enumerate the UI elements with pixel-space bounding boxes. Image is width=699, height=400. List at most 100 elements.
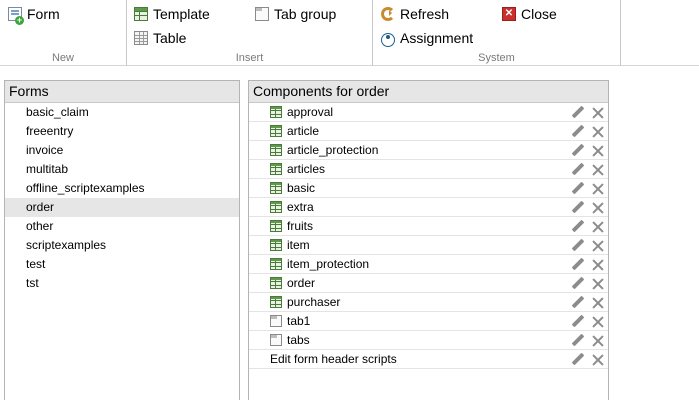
assignment-label: Assignment xyxy=(400,30,474,46)
delete-icon[interactable] xyxy=(592,316,604,328)
component-label: article xyxy=(287,123,320,138)
component-label: approval xyxy=(287,104,334,119)
delete-icon[interactable] xyxy=(592,335,604,347)
pencil-icon[interactable] xyxy=(571,353,585,367)
components-panel: Components for order approval article arti… xyxy=(248,80,609,400)
delete-icon[interactable] xyxy=(592,297,604,309)
components-list: approval article article_protection article… xyxy=(249,103,608,369)
template-icon xyxy=(270,106,282,118)
row-actions xyxy=(571,274,604,293)
form-list-item[interactable]: invoice xyxy=(5,141,239,160)
template-icon xyxy=(270,220,282,232)
component-row[interactable]: approval xyxy=(249,103,608,122)
delete-icon[interactable] xyxy=(592,259,604,271)
delete-icon[interactable] xyxy=(592,240,604,252)
form-list-item[interactable]: freeentry xyxy=(5,122,239,141)
component-label: Edit form header scripts xyxy=(270,351,397,366)
component-label: item xyxy=(287,237,310,252)
delete-icon[interactable] xyxy=(592,164,604,176)
ribbon-toolbar: Form New Template Tab group Table Insert… xyxy=(0,0,699,66)
pencil-icon[interactable] xyxy=(571,125,585,139)
template-icon xyxy=(270,201,282,213)
ribbon-group-new: Form New xyxy=(0,0,127,66)
component-row[interactable]: item_protection xyxy=(249,255,608,274)
pencil-icon[interactable] xyxy=(571,315,585,329)
pencil-icon[interactable] xyxy=(571,334,585,348)
refresh-button[interactable]: Refresh xyxy=(381,4,449,24)
tab-group-icon xyxy=(270,334,282,346)
form-list-item[interactable]: test xyxy=(5,255,239,274)
component-row[interactable]: tabs xyxy=(249,331,608,350)
insert-table-label: Table xyxy=(153,30,187,46)
form-list-item[interactable]: multitab xyxy=(5,160,239,179)
form-list-item[interactable]: basic_claim xyxy=(5,103,239,122)
new-form-button[interactable]: Form xyxy=(8,4,60,25)
template-icon xyxy=(270,182,282,194)
pencil-icon[interactable] xyxy=(571,163,585,177)
template-icon xyxy=(270,163,282,175)
component-row[interactable]: fruits xyxy=(249,217,608,236)
component-row[interactable]: order xyxy=(249,274,608,293)
tab-group-icon xyxy=(255,7,269,21)
new-form-icon xyxy=(8,7,24,25)
delete-icon[interactable] xyxy=(592,278,604,290)
component-row[interactable]: articles xyxy=(249,160,608,179)
template-icon xyxy=(270,125,282,137)
delete-icon[interactable] xyxy=(592,354,604,366)
template-icon xyxy=(134,7,148,21)
pencil-icon[interactable] xyxy=(571,239,585,253)
edit-form-header-scripts-row[interactable]: Edit form header scripts xyxy=(249,350,608,369)
pencil-icon[interactable] xyxy=(571,182,585,196)
delete-icon[interactable] xyxy=(592,183,604,195)
insert-table-button[interactable]: Table xyxy=(134,28,186,48)
forms-panel: Forms basic_claim freeentry invoice multita… xyxy=(4,80,240,400)
template-icon xyxy=(270,296,282,308)
form-list-item[interactable]: tst xyxy=(5,274,239,293)
delete-icon[interactable] xyxy=(592,202,604,214)
component-row[interactable]: extra xyxy=(249,198,608,217)
pencil-icon[interactable] xyxy=(571,296,585,310)
component-row[interactable]: article xyxy=(249,122,608,141)
form-list-item[interactable]: order xyxy=(5,198,239,217)
close-button[interactable]: Close xyxy=(502,4,557,24)
component-label: basic xyxy=(287,180,316,195)
row-actions xyxy=(571,331,604,350)
delete-icon[interactable] xyxy=(592,126,604,138)
form-list-item[interactable]: offline_scriptexamples xyxy=(5,179,239,198)
row-actions xyxy=(571,198,604,217)
insert-tab-group-button[interactable]: Tab group xyxy=(255,4,336,24)
row-actions xyxy=(571,255,604,274)
group-label-new: New xyxy=(51,52,74,64)
assignment-button[interactable]: Assignment xyxy=(381,28,473,48)
pencil-icon[interactable] xyxy=(571,201,585,215)
ribbon-group-insert: Template Tab group Table Insert xyxy=(127,0,373,66)
component-row[interactable]: item xyxy=(249,236,608,255)
pencil-icon[interactable] xyxy=(571,106,585,120)
table-icon xyxy=(134,31,148,45)
form-list-item[interactable]: scriptexamples xyxy=(5,236,239,255)
component-row[interactable]: article_protection xyxy=(249,141,608,160)
delete-icon[interactable] xyxy=(592,221,604,233)
insert-template-button[interactable]: Template xyxy=(134,4,210,24)
pencil-icon[interactable] xyxy=(571,258,585,272)
template-icon xyxy=(270,258,282,270)
row-actions xyxy=(571,293,604,312)
eye-icon xyxy=(381,32,395,47)
form-list-item[interactable]: other xyxy=(5,217,239,236)
pencil-icon[interactable] xyxy=(571,277,585,291)
component-label: tabs xyxy=(287,332,310,347)
component-row[interactable]: tab1 xyxy=(249,312,608,331)
component-row[interactable]: purchaser xyxy=(249,293,608,312)
pencil-icon[interactable] xyxy=(571,144,585,158)
delete-icon[interactable] xyxy=(592,145,604,157)
row-actions xyxy=(571,350,604,369)
pencil-icon[interactable] xyxy=(571,220,585,234)
component-label: purchaser xyxy=(287,294,341,309)
insert-template-label: Template xyxy=(153,6,210,22)
component-label: articles xyxy=(287,161,326,176)
component-label: tab1 xyxy=(287,313,311,328)
component-row[interactable]: basic xyxy=(249,179,608,198)
row-actions xyxy=(571,236,604,255)
row-actions xyxy=(571,122,604,141)
delete-icon[interactable] xyxy=(592,107,604,119)
